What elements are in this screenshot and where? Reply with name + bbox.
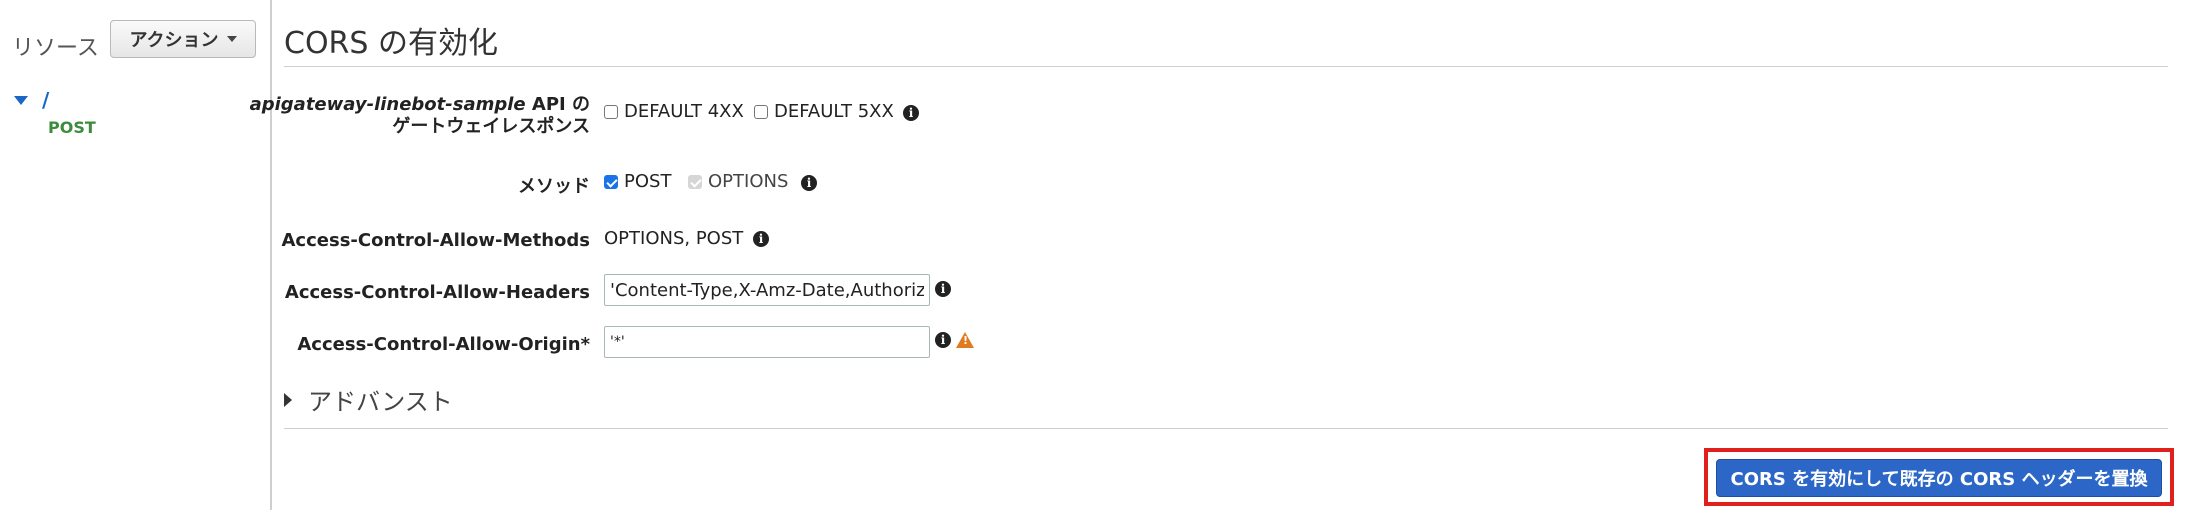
default-5xx-label: DEFAULT 5XX	[774, 101, 894, 122]
info-icon[interactable]: i	[903, 105, 919, 121]
advanced-divider	[284, 428, 2168, 429]
caret-down-icon	[226, 36, 237, 42]
info-icon[interactable]: i	[801, 175, 817, 191]
allow-headers-input[interactable]	[604, 274, 930, 306]
method-options-label: OPTIONS	[708, 171, 789, 192]
advanced-toggle[interactable]: アドバンスト	[284, 382, 453, 417]
resource-method-post[interactable]: POST	[48, 118, 96, 137]
allow-headers-label: Access-Control-Allow-Headers	[284, 282, 590, 303]
page-title: CORS の有効化	[284, 26, 498, 61]
info-icon[interactable]: i	[935, 332, 951, 348]
allow-methods-label: Access-Control-Allow-Methods	[281, 230, 591, 251]
default-4xx-checkbox[interactable]	[604, 104, 618, 119]
title-divider	[284, 66, 2168, 67]
resources-label: リソース	[12, 36, 99, 61]
default-4xx-option[interactable]: DEFAULT 4XX	[604, 101, 744, 122]
submit-highlight-frame: CORS を有効にして既存の CORS ヘッダーを置換	[1704, 448, 2174, 506]
caret-down-icon[interactable]	[14, 95, 28, 105]
caret-right-icon[interactable]	[284, 392, 292, 407]
method-post-checkbox[interactable]	[604, 174, 618, 189]
api-name: apigateway-linebot-sample	[249, 94, 526, 115]
gateway-responses-label: apigateway-linebot-sample API の ゲートウェイレス…	[250, 94, 590, 138]
actions-button-label: アクション	[129, 30, 219, 51]
enable-cors-button[interactable]: CORS を有効にして既存の CORS ヘッダーを置換	[1716, 459, 2162, 497]
allow-origin-input[interactable]	[604, 326, 930, 358]
default-5xx-checkbox[interactable]	[754, 104, 768, 119]
resources-sidebar: リソース アクション / POST	[0, 0, 272, 510]
info-icon[interactable]: i	[935, 281, 951, 297]
method-options-checkbox	[688, 174, 702, 189]
actions-button[interactable]: アクション	[110, 20, 256, 58]
default-5xx-option[interactable]: DEFAULT 5XX	[754, 101, 894, 122]
info-icon[interactable]: i	[753, 231, 769, 247]
resource-path[interactable]: /	[42, 88, 49, 112]
method-post-option[interactable]: POST	[604, 171, 671, 192]
resource-tree-root[interactable]: /	[14, 88, 49, 112]
default-4xx-label: DEFAULT 4XX	[624, 101, 744, 122]
allow-origin-label: Access-Control-Allow-Origin*	[297, 334, 590, 355]
api-suffix: API の	[525, 94, 590, 115]
methods-label: メソッド	[518, 176, 590, 197]
advanced-label[interactable]: アドバンスト	[308, 382, 453, 417]
warning-icon[interactable]: !	[956, 332, 974, 348]
gateway-responses-line2: ゲートウェイレスポンス	[392, 116, 590, 137]
method-options-option: OPTIONS	[688, 171, 788, 192]
cors-enable-page: リソース アクション / POST CORS の有効化 apigateway-l…	[0, 0, 2196, 522]
method-post-label: POST	[624, 171, 672, 192]
allow-methods-value: OPTIONS, POST	[604, 228, 744, 249]
